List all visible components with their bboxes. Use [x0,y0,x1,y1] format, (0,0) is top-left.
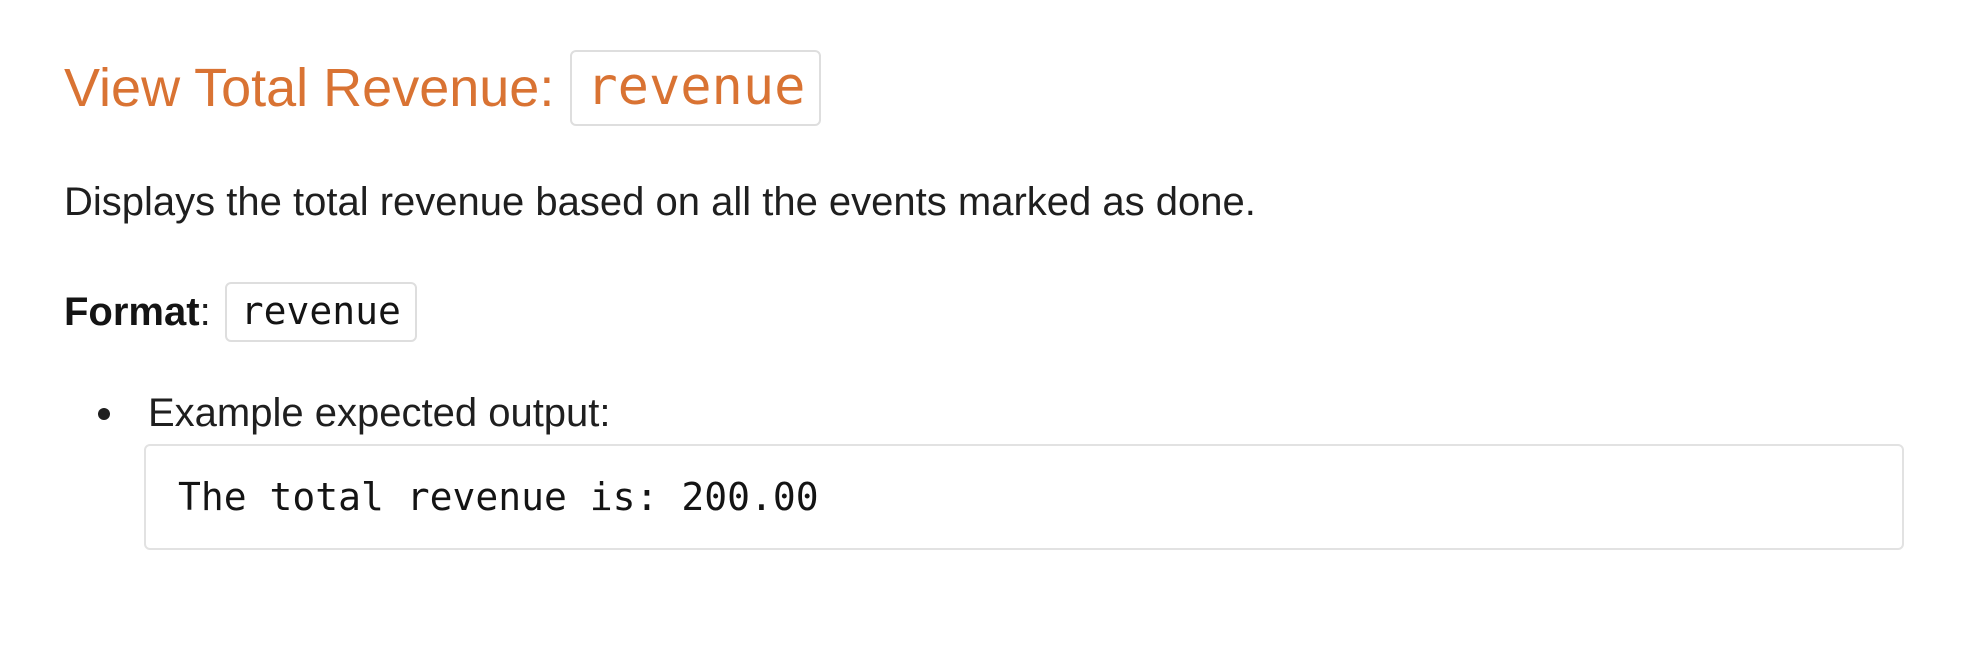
example-label: Example expected output: [148,391,611,435]
section-heading-text: View Total Revenue: [64,58,555,118]
section-description: Displays the total revenue based on all … [64,180,1256,224]
format-colon: : [199,289,211,334]
format-line: Format : revenue [64,282,417,342]
example-output-text: The total revenue is: 200.00 [178,475,819,519]
bullet-icon [98,408,110,420]
example-output-code-block: The total revenue is: 200.00 [144,444,1904,550]
example-list: Example expected output: [98,388,611,438]
section-heading: View Total Revenue: revenue [64,50,822,126]
format-code: revenue [224,282,417,342]
format-label: Format [64,289,200,334]
list-item: Example expected output: [98,388,611,438]
heading-command-code: revenue [570,50,822,126]
